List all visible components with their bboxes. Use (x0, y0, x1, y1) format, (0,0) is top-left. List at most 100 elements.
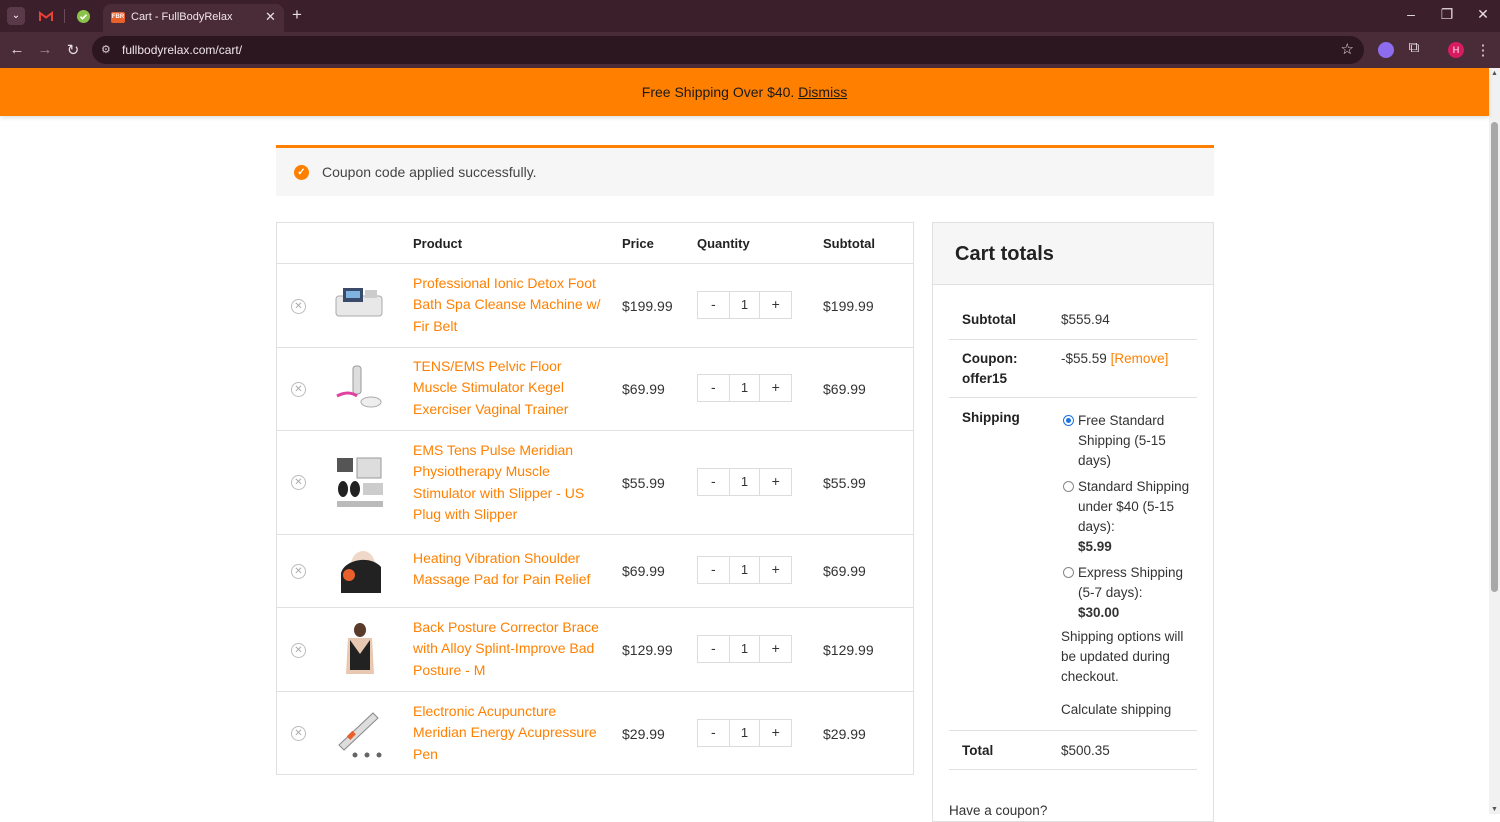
banner-text: Free Shipping Over $40. (641, 84, 795, 100)
shipping-option-free[interactable]: Free Standard Shipping (5-15 days) (1061, 411, 1191, 471)
coupon-discount-value: -$55.59 (1061, 351, 1107, 366)
shipping-option-label: Free Standard Shipping (5-15 days) (1078, 413, 1166, 468)
shipping-option-standard[interactable]: Standard Shipping under $40 (5-15 days):… (1061, 477, 1191, 557)
qty-input[interactable]: 1 (728, 375, 761, 401)
product-price: $199.99 (622, 298, 673, 314)
subtotal-label: Subtotal (962, 312, 1016, 327)
qty-plus-button[interactable]: + (760, 292, 791, 318)
product-image-ems-slipper[interactable] (333, 455, 387, 511)
cart-totals-panel: Cart totals Subtotal $555.94 Coupon: off… (932, 222, 1214, 822)
quantity-stepper: - 1 + (697, 291, 792, 319)
qty-input[interactable]: 1 (728, 469, 761, 495)
tab-title: Cart - FullBodyRelax (131, 11, 233, 23)
reload-icon[interactable]: ↻ (64, 41, 82, 59)
free-shipping-banner: Free Shipping Over $40. Dismiss (0, 68, 1489, 116)
shipping-option-price: $5.99 (1078, 539, 1112, 554)
product-subtotal: $199.99 (823, 298, 874, 314)
shipping-option-express[interactable]: Express Shipping (5-7 days): $30.00 (1061, 563, 1191, 623)
back-icon[interactable]: ← (8, 41, 26, 58)
url-text: fullbodyrelax.com/cart/ (122, 43, 243, 57)
bookmark-star-icon[interactable]: ☆ (1341, 40, 1354, 58)
address-bar[interactable]: ⚙ fullbodyrelax.com/cart/ ☆ (92, 36, 1364, 64)
have-coupon-link[interactable]: Have a coupon? (949, 803, 1047, 818)
product-image-posture-brace[interactable] (333, 622, 387, 678)
cart-table-header: Product Price Quantity Subtotal (277, 223, 913, 264)
cart-totals-title: Cart totals (955, 243, 1054, 265)
remove-item-icon[interactable]: ✕ (291, 475, 306, 490)
product-image-acupuncture-pen[interactable] (333, 705, 387, 761)
close-tab-icon[interactable]: ✕ (265, 9, 276, 25)
remove-item-icon[interactable]: ✕ (291, 382, 306, 397)
qty-plus-button[interactable]: + (760, 557, 791, 583)
subtotal-row: Subtotal $555.94 (949, 300, 1197, 340)
active-tab[interactable]: FBR Cart - FullBodyRelax ✕ (103, 4, 284, 32)
qty-plus-button[interactable]: + (760, 720, 791, 746)
qty-minus-button[interactable]: - (698, 720, 729, 746)
gmail-pinned-tab[interactable] (34, 6, 58, 26)
tab-divider (64, 9, 65, 23)
product-name-link[interactable]: Professional Ionic Detox Foot Bath Spa C… (413, 273, 603, 337)
site-favicon-icon: FBR (111, 12, 125, 23)
qty-plus-button[interactable]: + (760, 375, 791, 401)
scrollbar-thumb[interactable] (1491, 122, 1498, 592)
page-scrollbar[interactable]: ▲ ▼ (1489, 68, 1500, 814)
header-quantity: Quantity (697, 236, 750, 251)
qty-minus-button[interactable]: - (698, 375, 729, 401)
cart-row: ✕ EMS Tens Pulse Meridian Physiotherapy … (277, 431, 913, 535)
qty-minus-button[interactable]: - (698, 469, 729, 495)
qty-input[interactable]: 1 (728, 557, 761, 583)
remove-coupon-link[interactable]: [Remove] (1111, 351, 1169, 366)
scroll-up-icon[interactable]: ▲ (1491, 70, 1498, 77)
radio-unselected[interactable] (1063, 567, 1074, 578)
qty-plus-button[interactable]: + (760, 636, 791, 662)
profile-avatar[interactable]: H (1448, 42, 1464, 58)
total-value: $500.35 (1061, 743, 1110, 758)
restore-icon[interactable]: ❐ (1437, 6, 1457, 23)
qty-input[interactable]: 1 (728, 292, 761, 318)
subtotal-value: $555.94 (1061, 312, 1110, 327)
qty-input[interactable]: 1 (728, 636, 761, 662)
dismiss-link[interactable]: Dismiss (798, 84, 847, 100)
product-price: $29.99 (622, 726, 665, 742)
close-window-icon[interactable]: ✕ (1473, 6, 1493, 23)
product-name-link[interactable]: Heating Vibration Shoulder Massage Pad f… (413, 548, 603, 591)
shipping-note: Shipping options will be updated during … (1061, 629, 1184, 684)
qty-input[interactable]: 1 (728, 720, 761, 746)
qty-plus-button[interactable]: + (760, 469, 791, 495)
radio-unselected[interactable] (1063, 481, 1074, 492)
qty-minus-button[interactable]: - (698, 292, 729, 318)
minimize-icon[interactable]: – (1401, 6, 1421, 22)
menu-kebab-icon[interactable]: ⋮ (1474, 41, 1492, 59)
qty-minus-button[interactable]: - (698, 557, 729, 583)
radio-selected[interactable] (1063, 415, 1074, 426)
cart-row: ✕ TENS/EMS Pelvic Floor Muscle Stimulato… (277, 348, 913, 431)
cart-totals-header: Cart totals (933, 223, 1213, 285)
site-info-icon[interactable]: ⚙ (101, 43, 111, 56)
new-tab-icon[interactable]: + (292, 5, 302, 25)
product-name-link[interactable]: Back Posture Corrector Brace with Alloy … (413, 617, 603, 681)
cart-row: ✕ Back Posture Corrector Brace with Allo… (277, 608, 913, 692)
shipping-option-label: Standard Shipping under $40 (5-15 days): (1078, 479, 1190, 534)
product-name-link[interactable]: EMS Tens Pulse Meridian Physiotherapy Mu… (413, 440, 603, 525)
total-row: Total $500.35 (949, 731, 1197, 770)
extensions-puzzle-icon[interactable]: ⧉ (1405, 39, 1423, 56)
product-image-shoulder-pad[interactable] (333, 543, 387, 599)
pinned-tab-green[interactable] (71, 6, 95, 26)
extension-icon[interactable] (1378, 42, 1394, 58)
remove-item-icon[interactable]: ✕ (291, 564, 306, 579)
qty-minus-button[interactable]: - (698, 636, 729, 662)
remove-item-icon[interactable]: ✕ (291, 643, 306, 658)
remove-item-icon[interactable]: ✕ (291, 726, 306, 741)
shipping-option-label: Express Shipping (5-7 days): (1078, 565, 1184, 600)
forward-icon[interactable]: → (36, 41, 54, 58)
product-image-foot-spa[interactable] (333, 278, 387, 334)
scroll-down-icon[interactable]: ▼ (1491, 806, 1498, 813)
browser-toolbar: ← → ↻ ⚙ fullbodyrelax.com/cart/ ☆ ⧉ H ⋮ (0, 32, 1500, 68)
product-name-link[interactable]: Electronic Acupuncture Meridian Energy A… (413, 701, 603, 765)
tab-search-icon[interactable]: ⌄ (7, 7, 25, 25)
remove-item-icon[interactable]: ✕ (291, 299, 306, 314)
calculate-shipping-link[interactable]: Calculate shipping (1061, 700, 1197, 720)
green-check-icon (76, 9, 90, 23)
product-image-tens-pelvic[interactable] (333, 362, 387, 418)
product-name-link[interactable]: TENS/EMS Pelvic Floor Muscle Stimulator … (413, 356, 603, 420)
